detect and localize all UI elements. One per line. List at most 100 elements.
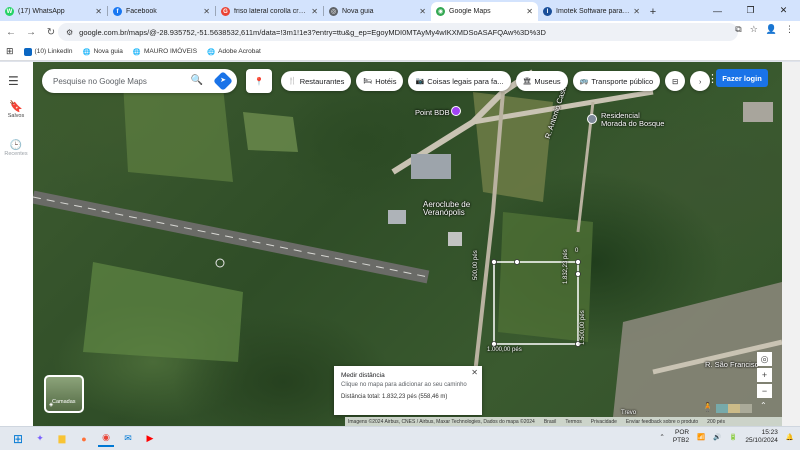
recent-button[interactable]: 🕒 Recentes — [0, 140, 32, 157]
back-arrow-icon[interactable]: ← — [2, 23, 20, 41]
tab-google-maps[interactable]: ◉ Google Maps ✕ — [431, 2, 538, 21]
profile-icon[interactable]: 👤 — [766, 24, 777, 35]
bookmark-adobe-acrobat[interactable]: 🌐 Adobe Acrobat — [207, 48, 261, 56]
bookmark-label: Nova guia — [93, 48, 123, 55]
scale-bar[interactable]: 200 pés — [707, 419, 725, 425]
menu-dots-icon[interactable]: ⋮ — [785, 24, 794, 35]
toolbar-actions: ⧉ ☆ 👤 ⋮ — [735, 24, 794, 35]
chip-transit[interactable]: 🚌 Transporte público — [572, 71, 661, 91]
chrome-icon[interactable]: ◉ — [98, 431, 114, 447]
wifi-icon[interactable]: 📶 — [697, 433, 705, 441]
zoom-out-button[interactable]: − — [757, 384, 772, 398]
address-input[interactable]: ⚙ google.com.br/maps/@-28.935752,-51.563… — [58, 23, 738, 41]
layers-button[interactable]: ◈ Camadas — [44, 375, 84, 413]
firefox-icon[interactable]: ● — [76, 431, 92, 447]
expand-icon[interactable]: ⌃ — [760, 401, 767, 410]
apps-grid-icon[interactable]: ⊞ — [6, 46, 14, 57]
label-street-sao-francisco: R. São Francisc — [705, 360, 759, 369]
new-tab-button[interactable]: + — [645, 2, 661, 21]
close-icon[interactable]: ✕ — [203, 7, 210, 16]
file-explorer-icon[interactable]: ▆ — [54, 431, 70, 447]
site-info-icon[interactable]: ⚙ — [66, 28, 73, 37]
measure-label-right: 1.500,00 pés — [580, 310, 586, 345]
attribution-privacy[interactable]: Privacidade — [591, 419, 617, 425]
attribution-terms[interactable]: Termos — [565, 419, 581, 425]
tab-google-search[interactable]: G friso lateral corolla cross ✕ — [216, 2, 323, 21]
google-apps-icon[interactable]: ⋮⋮ — [696, 72, 718, 85]
attribution-country[interactable]: Brasil — [544, 419, 557, 425]
maps-icon: ◉ — [436, 7, 445, 16]
keyboard-layout[interactable]: POR PTB2 — [673, 429, 689, 445]
close-icon[interactable]: ✕ — [471, 368, 478, 377]
label-aeroclube[interactable]: Aeroclube de Veranópolis — [423, 201, 470, 217]
close-icon[interactable]: ✕ — [633, 7, 640, 16]
maximize-icon[interactable]: ❐ — [734, 0, 767, 21]
directions-icon[interactable]: ➤ — [213, 71, 233, 91]
maps-search-box[interactable]: Pesquise no Google Maps 🔍 ➤ — [42, 69, 237, 93]
windows-start-icon[interactable]: ⊞ — [10, 431, 26, 447]
close-icon[interactable]: ✕ — [419, 7, 426, 16]
label-point-bdb[interactable]: Point BDB — [415, 108, 450, 117]
battery-icon[interactable]: 🔋 — [729, 433, 737, 441]
measure-vertex[interactable] — [491, 259, 497, 265]
menu-hamburger-icon[interactable]: ☰ — [8, 74, 19, 88]
chip-restaurants[interactable]: 🍴 Restaurantes — [281, 71, 352, 91]
measure-distance-panel: Medir distância Clique no mapa para adic… — [334, 366, 482, 415]
pegman-icon[interactable]: 🧍 — [702, 402, 713, 413]
copilot-icon[interactable]: ✦ — [32, 431, 48, 447]
bookmark-star-icon[interactable]: ☆ — [750, 24, 758, 35]
bookmark-nova-guia[interactable]: 🌐 Nova guia — [83, 48, 123, 56]
tab-facebook[interactable]: f Facebook ✕ — [108, 2, 215, 21]
search-input[interactable]: Pesquise no Google Maps — [53, 77, 147, 86]
residencial-pin[interactable] — [587, 114, 597, 124]
whatsapp-icon: W — [5, 7, 14, 16]
category-chips: 🍴 Restaurantes 🛏 Hotéis 📷 Coisas legais … — [281, 71, 711, 91]
tab-whatsapp[interactable]: W (17) WhatsApp ✕ — [0, 2, 107, 21]
youtube-icon[interactable]: ▶ — [142, 431, 158, 447]
measure-vertex[interactable] — [575, 259, 581, 265]
close-icon[interactable]: ✕ — [95, 7, 102, 16]
chip-hotels[interactable]: 🛏 Hotéis — [356, 71, 404, 91]
install-app-icon[interactable]: ⧉ — [735, 24, 741, 35]
forward-arrow-icon[interactable]: → — [22, 23, 40, 41]
poi-layer-toggle[interactable]: 📍 — [246, 69, 272, 93]
clock[interactable]: 15:23 25/10/2024 — [745, 429, 778, 445]
minimize-icon[interactable]: — — [701, 0, 734, 21]
label-residencial[interactable]: Residencial Morada do Bosque — [601, 112, 664, 128]
sign-in-button[interactable]: Fazer login — [716, 69, 768, 87]
runway-centerline — [33, 196, 429, 278]
bookmark-mauro-imoveis[interactable]: 🌐 MAURO IMÓVEIS — [133, 48, 197, 56]
tab-imotek[interactable]: I Imotek Software para Imo ✕ — [538, 2, 645, 21]
saved-button[interactable]: 🔖 Salvos — [2, 100, 30, 119]
bookmark-label: (10) LinkedIn — [34, 48, 73, 55]
close-icon[interactable]: ✕ — [311, 7, 318, 16]
page-scrollbar[interactable] — [782, 62, 800, 426]
search-icon[interactable]: 🔍 — [191, 75, 203, 86]
clock-date: 25/10/2024 — [745, 437, 778, 444]
field — [83, 262, 243, 362]
zoom-in-button[interactable]: + — [757, 368, 772, 382]
volume-icon[interactable]: 🔊 — [713, 433, 721, 441]
location-pin-icon: 📍 — [254, 76, 264, 86]
tab-new-tab[interactable]: ◎ Nova guia ✕ — [324, 2, 431, 21]
close-window-icon[interactable]: ✕ — [767, 0, 800, 21]
measure-vertex[interactable] — [575, 271, 581, 277]
imagery-thumbnails[interactable] — [716, 404, 752, 413]
my-location-icon[interactable]: ◎ — [757, 352, 772, 366]
point-bdb-pin[interactable] — [451, 106, 461, 116]
chevron-up-icon[interactable]: ⌃ — [659, 433, 664, 441]
map-attribution: Imagens ©2024 Airbus, CNES / Airbus, Max… — [345, 417, 782, 426]
chip-things-to-do[interactable]: 📷 Coisas legais para fa... — [408, 71, 511, 91]
attribution-feedback[interactable]: Enviar feedback sobre o produto — [626, 419, 698, 425]
notification-bell-icon[interactable]: 🔔 — [786, 433, 794, 441]
close-icon[interactable]: ✕ — [526, 7, 533, 16]
outlook-icon[interactable]: ✉ — [120, 431, 136, 447]
measure-vertex[interactable] — [514, 259, 520, 265]
chip-museums[interactable]: 🏛 Museus — [515, 71, 568, 91]
measure-vertex[interactable] — [491, 341, 497, 347]
saved-label: Salvos — [7, 113, 25, 119]
clock-time: 15:23 — [761, 429, 778, 436]
bookmark-linkedin[interactable]: (10) LinkedIn — [23, 47, 73, 56]
chip-more[interactable]: ⊟ — [665, 71, 686, 91]
globe-icon: 🌐 — [207, 48, 216, 56]
